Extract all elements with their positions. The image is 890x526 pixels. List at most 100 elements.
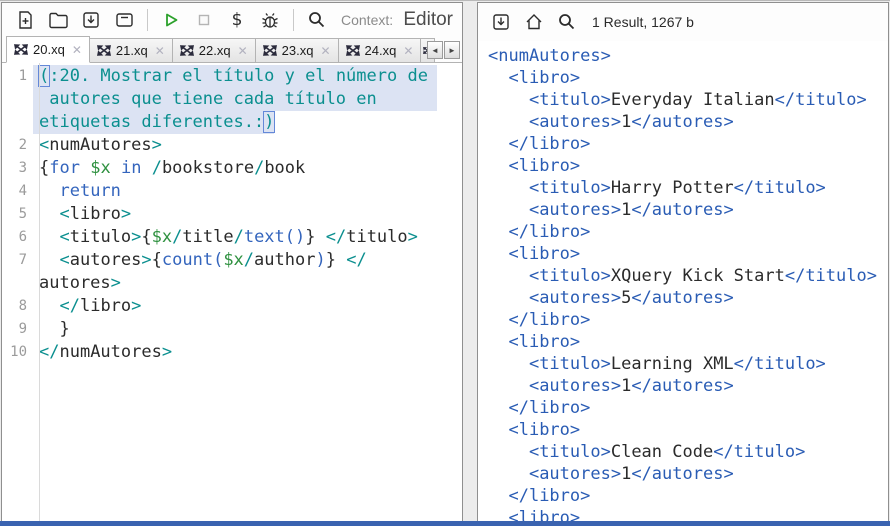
code-token <box>488 68 508 88</box>
tab-22.xq[interactable]: 22.xq✕ <box>172 38 256 62</box>
code-token <box>39 227 59 247</box>
code-token: text() <box>244 227 305 247</box>
external-variables-icon[interactable]: $ <box>224 8 250 32</box>
code-token <box>488 354 529 374</box>
code-token <box>488 156 508 176</box>
code-token <box>488 134 508 154</box>
code-token <box>488 90 529 110</box>
run-query-icon[interactable] <box>158 8 184 32</box>
line-number: 2 <box>2 134 33 157</box>
tab-scroll-right-icon[interactable]: ► <box>444 41 460 59</box>
code-token: <libro> <box>508 156 580 176</box>
code-token: > <box>408 227 418 247</box>
line-number: 3 <box>2 157 33 180</box>
code-text: {for $x in /bookstore/book <box>33 157 305 180</box>
code-token: <autores> <box>529 288 621 308</box>
new-file-icon[interactable] <box>12 8 38 32</box>
code-token: for <box>49 158 80 178</box>
editor-toolbar: $ Context: db:get("... Editor <box>2 3 462 36</box>
code-token <box>488 420 508 440</box>
code-token: <titulo> <box>529 90 611 110</box>
code-token: </titulo> <box>734 354 826 374</box>
result-line: <titulo>Learning XML</titulo> <box>488 353 888 375</box>
code-token <box>80 158 90 178</box>
bracket-match: ) <box>264 112 274 132</box>
code-token: autores que tiene cada título en <box>39 89 377 109</box>
tab-21.xq[interactable]: 21.xq✕ <box>89 38 173 62</box>
code-token: } <box>326 250 346 270</box>
tab-20.xq[interactable]: 20.xq ✕ <box>6 36 90 63</box>
code-token: 5 <box>621 288 631 308</box>
code-text: return <box>33 180 121 203</box>
code-token <box>39 250 59 270</box>
result-toolbar: 1 Result, 1267 b <box>478 3 888 41</box>
code-token: libro <box>70 204 121 224</box>
editor-line: 10</numAutores> <box>2 341 462 364</box>
home-icon[interactable] <box>521 10 547 34</box>
code-token: / <box>254 158 264 178</box>
tab-close-icon[interactable]: ✕ <box>238 44 248 58</box>
stop-icon[interactable] <box>191 8 217 32</box>
tab-close-icon[interactable]: ✕ <box>155 44 165 58</box>
editor-line: 8 </libro> <box>2 295 462 318</box>
code-token: > <box>131 296 141 316</box>
result-line: <numAutores> <box>488 45 888 67</box>
code-token: / <box>244 250 254 270</box>
code-token: </titulo> <box>775 90 867 110</box>
code-token: 1 <box>621 464 631 484</box>
code-token: <libro> <box>508 508 580 521</box>
code-token: < <box>59 227 69 247</box>
open-file-icon[interactable] <box>45 8 71 32</box>
result-output[interactable]: <numAutores> <libro> <titulo>Everyday It… <box>478 41 888 521</box>
code-token: </autores> <box>631 376 733 396</box>
tab-close-icon[interactable]: ✕ <box>72 43 82 57</box>
tab-close-icon[interactable]: ✕ <box>403 44 413 58</box>
line-number <box>2 111 33 134</box>
tab-scroll-left-icon[interactable]: ◄ <box>427 41 443 59</box>
code-token: 1 <box>621 200 631 220</box>
tab-bar: 20.xq ✕ 21.xq✕ 22.xq✕ 23.xq✕ <box>2 36 462 63</box>
tab-close-icon[interactable]: ✕ <box>320 44 330 58</box>
jump-to-file-icon[interactable] <box>304 8 330 32</box>
code-token <box>488 244 508 264</box>
tab-scroll-buttons: ◄ ► <box>427 41 460 59</box>
save-file-icon[interactable] <box>78 8 104 32</box>
code-token: Clean Code <box>611 442 713 462</box>
code-token: > <box>152 135 162 155</box>
code-token: <libro> <box>508 332 580 352</box>
result-line: <titulo>Clean Code</titulo> <box>488 441 888 463</box>
result-line: <autores>5</autores> <box>488 287 888 309</box>
code-token: 1 <box>621 112 631 132</box>
result-line: </libro> <box>488 397 888 419</box>
tab-24.xq[interactable]: 24.xq✕ <box>338 38 422 62</box>
result-line: </libro> <box>488 485 888 507</box>
result-line: <libro> <box>488 507 888 521</box>
editor-line: etiquetas diferentes.:) <box>2 111 462 134</box>
code-token: / <box>152 158 162 178</box>
editor-code[interactable]: 1(:20. Mostrar el título y el número de … <box>2 63 462 521</box>
code-token: < <box>59 250 69 270</box>
save-result-icon[interactable] <box>488 10 514 34</box>
code-token: </autores> <box>631 464 733 484</box>
code-token: </libro> <box>508 310 590 330</box>
toolbar-separator <box>293 9 294 31</box>
code-token: <titulo> <box>529 178 611 198</box>
code-token <box>488 508 508 521</box>
close-file-icon[interactable] <box>111 8 137 32</box>
result-line: <autores>1</autores> <box>488 375 888 397</box>
editor-line: 6 <titulo>{$x/title/text()} </titulo> <box>2 226 462 249</box>
code-token: </titulo> <box>785 266 877 286</box>
code-text: } <box>33 318 70 341</box>
find-icon[interactable] <box>554 10 580 34</box>
debug-icon[interactable] <box>257 8 283 32</box>
code-token <box>488 310 508 330</box>
code-token: </autores> <box>631 200 733 220</box>
code-text: </libro> <box>33 295 141 318</box>
tab-23.xq[interactable]: 23.xq✕ <box>255 38 339 62</box>
tab-label: 20.xq <box>33 42 65 57</box>
editor-line: 2<numAutores> <box>2 134 462 157</box>
code-token: in <box>121 158 141 178</box>
editor-pane: $ Context: db:get("... Editor <box>1 2 463 522</box>
code-token: autores <box>70 250 142 270</box>
code-token: $x <box>152 227 172 247</box>
